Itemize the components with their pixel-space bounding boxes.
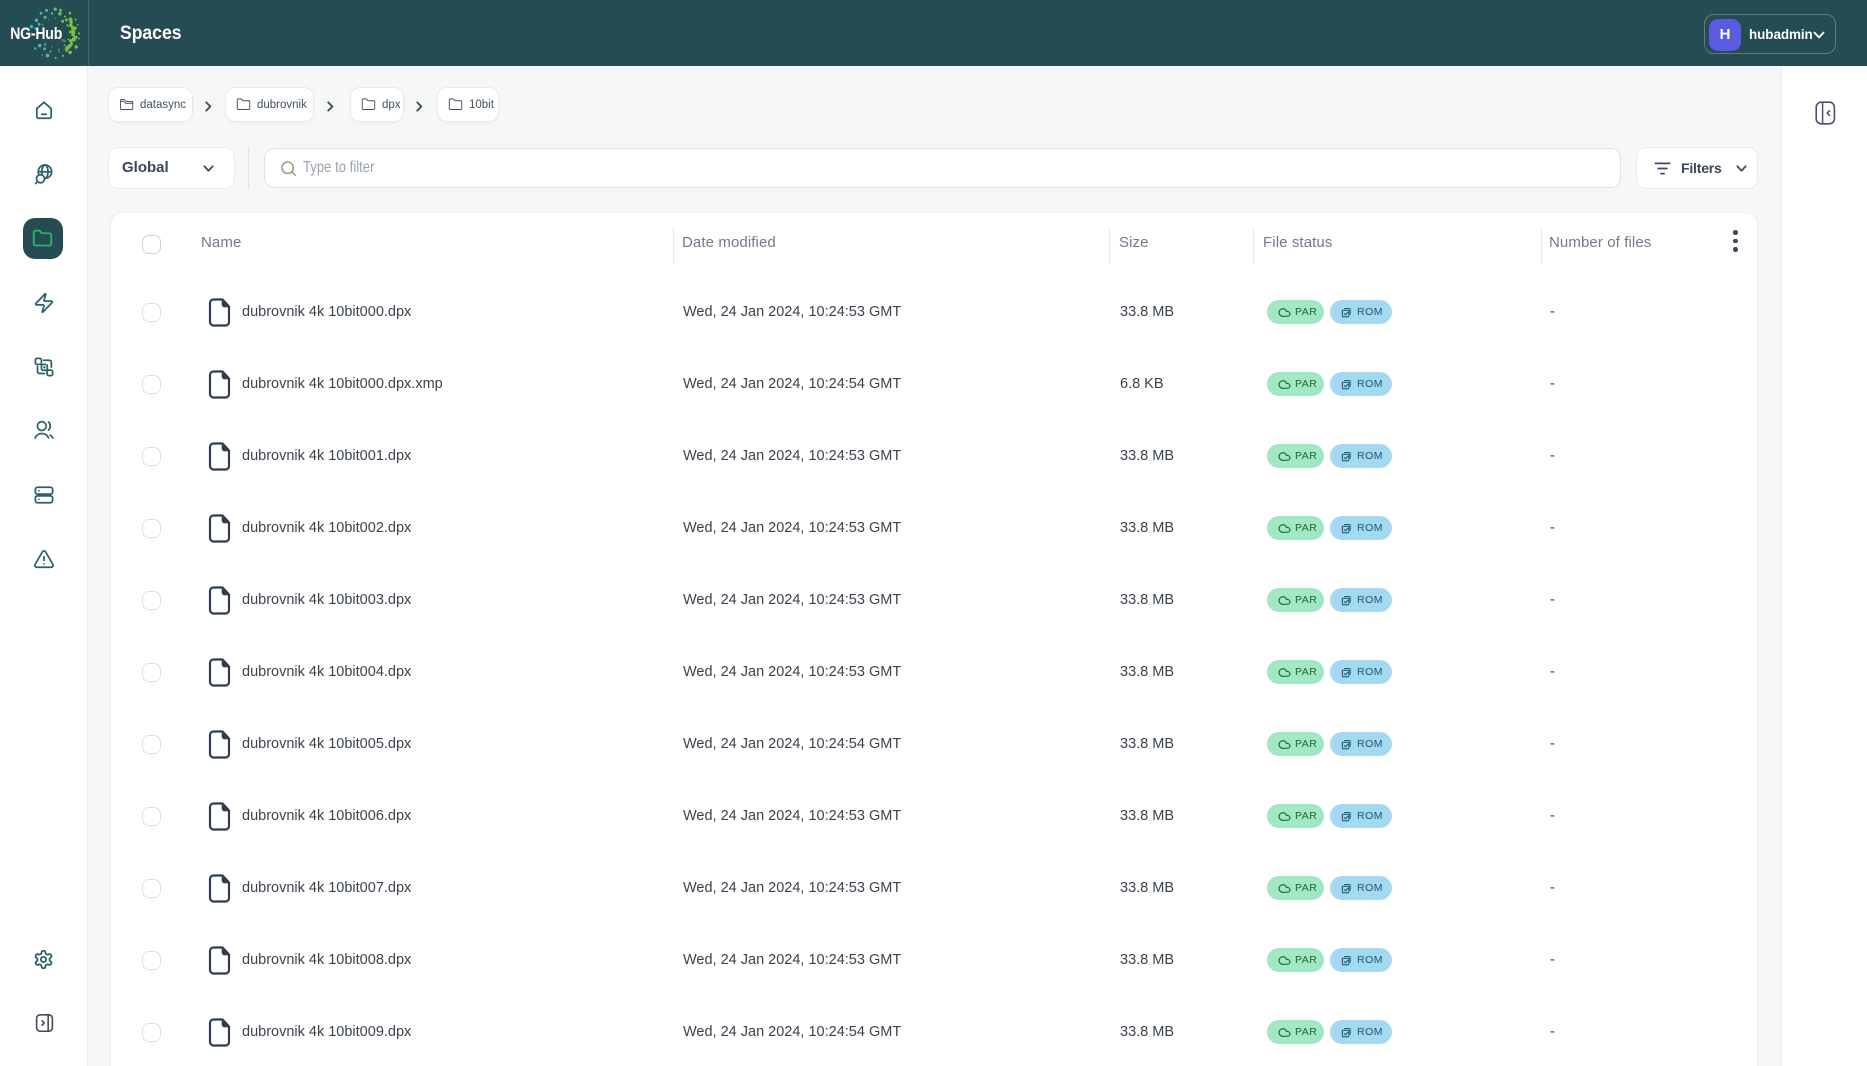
svg-text:NG-Hub: NG-Hub — [10, 25, 62, 43]
svg-text:TM: TM — [61, 39, 66, 43]
